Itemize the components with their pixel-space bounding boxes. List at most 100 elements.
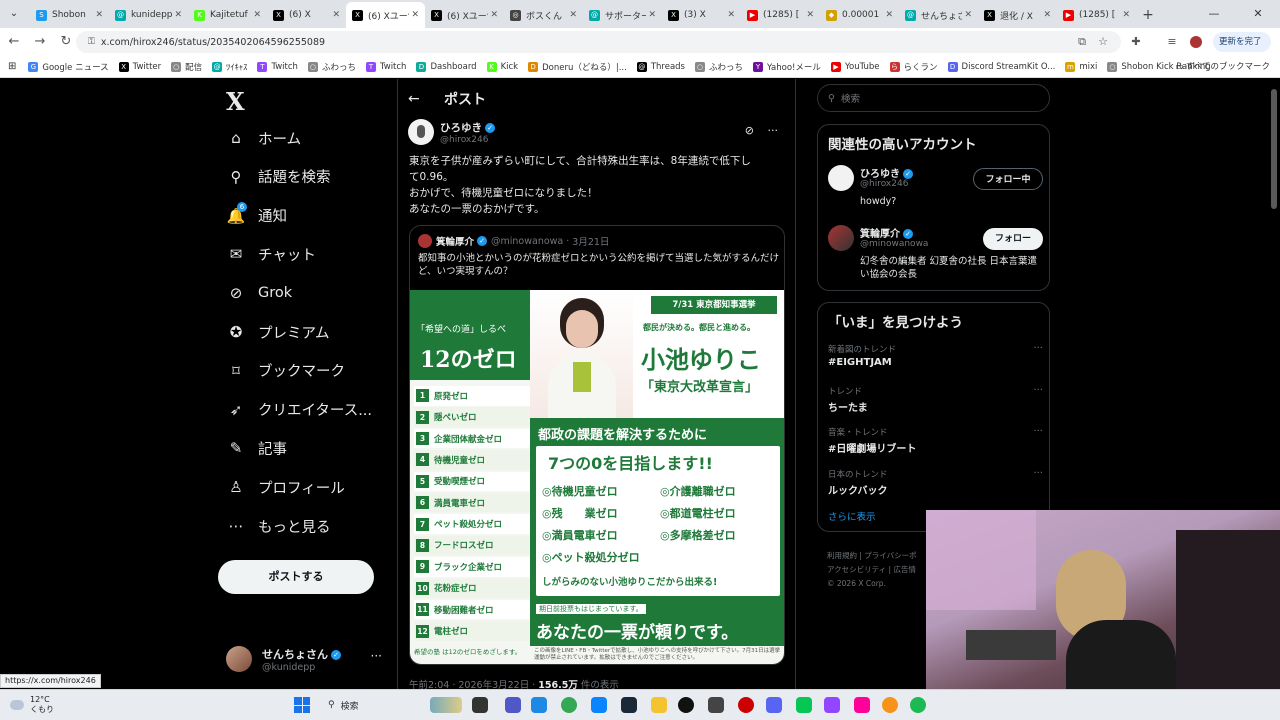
star-icon[interactable]: ☆: [1093, 32, 1113, 52]
grok-icon[interactable]: ⊘: [745, 124, 754, 137]
bookmark-item[interactable]: @ Threads: [636, 61, 685, 73]
browser-tab[interactable]: X (6) X ✕: [267, 2, 346, 28]
address-bar[interactable]: ⚿ x.com/hirox246/status/2035402064596255…: [76, 31, 1121, 53]
bookmark-item[interactable]: ○ ふわっち: [694, 61, 743, 73]
author-handle[interactable]: @hirox246: [440, 135, 495, 145]
browser-tab[interactable]: S Shobon ✕: [30, 2, 109, 28]
task-view-icon[interactable]: [472, 697, 488, 713]
close-tab-icon[interactable]: ✕: [411, 10, 419, 20]
bookmark-item[interactable]: Y Yahoo!メール: [753, 61, 821, 73]
folder-icon[interactable]: [651, 697, 667, 713]
sidebar-item[interactable]: ♙ プロフィール: [226, 473, 344, 501]
more-icon[interactable]: ···: [1033, 468, 1043, 479]
close-tab-icon[interactable]: ✕: [490, 10, 498, 20]
steam-icon[interactable]: [621, 697, 637, 713]
bookmark-item[interactable]: m mixi: [1065, 61, 1097, 73]
back-icon[interactable]: ←: [2, 30, 26, 54]
sidebar-item[interactable]: ✉ チャット: [226, 240, 316, 268]
following-button[interactable]: フォロー中: [973, 168, 1043, 190]
sidebar-item[interactable]: ⋯ もっと見る: [226, 512, 331, 540]
record-icon[interactable]: [738, 697, 754, 713]
bookmark-item[interactable]: D Discord StreamKit O...: [947, 61, 1055, 73]
footer-line[interactable]: アクセシビリティ | 広告情: [827, 563, 937, 577]
minimize-icon[interactable]: —: [1192, 0, 1236, 28]
bookmark-item[interactable]: ららくラン: [889, 61, 938, 73]
x-logo[interactable]: X: [226, 87, 254, 116]
forward-icon[interactable]: →: [28, 30, 52, 54]
bookmark-item[interactable]: T Twitch: [365, 61, 406, 73]
obs-icon[interactable]: [678, 697, 694, 713]
browser-tab[interactable]: X 退化 / X ✕: [978, 2, 1057, 28]
show-more-link[interactable]: さらに表示: [828, 509, 876, 523]
more-icon[interactable]: ···: [1033, 426, 1043, 437]
chrome-icon[interactable]: [561, 697, 577, 713]
follow-button[interactable]: フォロー: [983, 228, 1043, 250]
line-icon[interactable]: [796, 697, 812, 713]
browser-tab[interactable]: X (3) X ✕: [662, 2, 741, 28]
browser-tab[interactable]: ▶ (1285) [✕: [1057, 2, 1136, 28]
apps-icon[interactable]: ⊞: [8, 61, 16, 72]
update-button[interactable]: 更新を完了: [1213, 32, 1271, 52]
weather-widget[interactable]: 12°C くもり: [10, 695, 54, 715]
profile-avatar-icon[interactable]: [1186, 32, 1206, 52]
sidebar-item[interactable]: ⊘ Grok: [226, 279, 292, 307]
browser-tab[interactable]: ▶ (1285) [✕: [741, 2, 820, 28]
trend-item[interactable]: 日本のトレンド ルックバック ···: [828, 468, 1043, 497]
more-icon[interactable]: ···: [371, 649, 382, 663]
footer-line[interactable]: 利用規約 | プライバシーポ: [827, 549, 937, 563]
author-avatar[interactable]: [408, 119, 434, 145]
sidebar-item[interactable]: ➶ クリエイタース...: [226, 396, 372, 424]
bookmark-item[interactable]: X Twitter: [118, 61, 161, 73]
app-icon[interactable]: [708, 697, 724, 713]
trend-item[interactable]: トレンド ちーたま ···: [828, 385, 1043, 414]
edge-icon[interactable]: [591, 697, 607, 713]
tab-search-icon[interactable]: ⌄: [6, 6, 22, 22]
sidebar-item[interactable]: ✪ プレミアム: [226, 318, 330, 346]
account-row[interactable]: 箕輪厚介 ✓ @minowanowa 幻冬舎の編集者 幻夏舎の社長 日本言葉遣い協…: [828, 225, 1043, 280]
site-info-icon[interactable]: ⚿: [88, 37, 95, 47]
bookmark-item[interactable]: T Twitch: [257, 61, 298, 73]
sidebar-item[interactable]: 🔔 6 通知: [226, 201, 287, 230]
campaign-poster-image[interactable]: 「希望への道」しるべ 12のゼロ 1 原発ゼロ 2 隠ぺいゼロ 3 企業団体献金ゼロ 4 待機…: [410, 290, 784, 664]
account-row[interactable]: ひろゆき ✓ @hirox246 howdy? フォロー中: [828, 165, 1043, 209]
reload-icon[interactable]: ↻: [54, 30, 78, 54]
close-tab-icon[interactable]: ✕: [885, 10, 893, 20]
browser-tab[interactable]: @ せんちょさ ✕: [899, 2, 978, 28]
browser-tab[interactable]: @ kunidepp ✕: [109, 2, 188, 28]
twitch-icon[interactable]: [824, 697, 840, 713]
coin-icon[interactable]: [882, 697, 898, 713]
browser-tab[interactable]: @ サポーター ✕: [583, 2, 662, 28]
bookmark-item[interactable]: @ ﾂｲｷｬｽ: [212, 61, 247, 73]
bookmark-item[interactable]: D Dashboard: [416, 61, 477, 73]
bookmark-item[interactable]: ▶ YouTube: [830, 61, 880, 73]
close-tab-icon[interactable]: ✕: [806, 10, 814, 20]
more-icon[interactable]: ···: [1033, 385, 1043, 396]
close-tab-icon[interactable]: ✕: [253, 10, 261, 20]
copilot-icon[interactable]: [531, 697, 547, 713]
browser-tab[interactable]: X (6) Xユーザ✕: [346, 2, 425, 28]
new-tab-button[interactable]: +: [1136, 2, 1160, 28]
bookmark-item[interactable]: D Doneru（どねる）|...: [528, 61, 627, 73]
start-button[interactable]: [294, 697, 310, 713]
close-tab-icon[interactable]: ✕: [174, 10, 182, 20]
close-window-icon[interactable]: ✕: [1236, 0, 1280, 28]
more-icon[interactable]: ···: [1033, 343, 1043, 354]
sidebar-item[interactable]: ⌑ ブックマーク: [226, 357, 345, 385]
post-timestamp[interactable]: 午前2:04 · 2026年3月22日 ·: [409, 680, 535, 689]
close-tab-icon[interactable]: ✕: [727, 10, 735, 20]
search-input[interactable]: ⚲ 検索: [817, 84, 1050, 112]
taskbar-search[interactable]: ⚲ 検索: [320, 695, 420, 715]
bookmark-item[interactable]: G Google ニュース: [28, 61, 109, 73]
close-tab-icon[interactable]: ✕: [332, 10, 340, 20]
browser-tab[interactable]: X (6) Xユーザ✕: [425, 2, 504, 28]
close-tab-icon[interactable]: ✕: [1122, 10, 1130, 20]
close-tab-icon[interactable]: ✕: [648, 10, 656, 20]
author-name-row[interactable]: ひろゆき ✓: [440, 120, 495, 135]
close-tab-icon[interactable]: ✕: [95, 10, 103, 20]
install-app-icon[interactable]: ⧉: [1072, 32, 1092, 52]
trend-item[interactable]: 新着図のトレンド #EIGHTJAM ···: [828, 343, 1043, 368]
reading-list-icon[interactable]: ≡: [1162, 32, 1182, 52]
spotify-icon[interactable]: [910, 697, 926, 713]
more-icon[interactable]: ···: [768, 124, 779, 137]
browser-tab[interactable]: K Kajitetuf ✕: [188, 2, 267, 28]
